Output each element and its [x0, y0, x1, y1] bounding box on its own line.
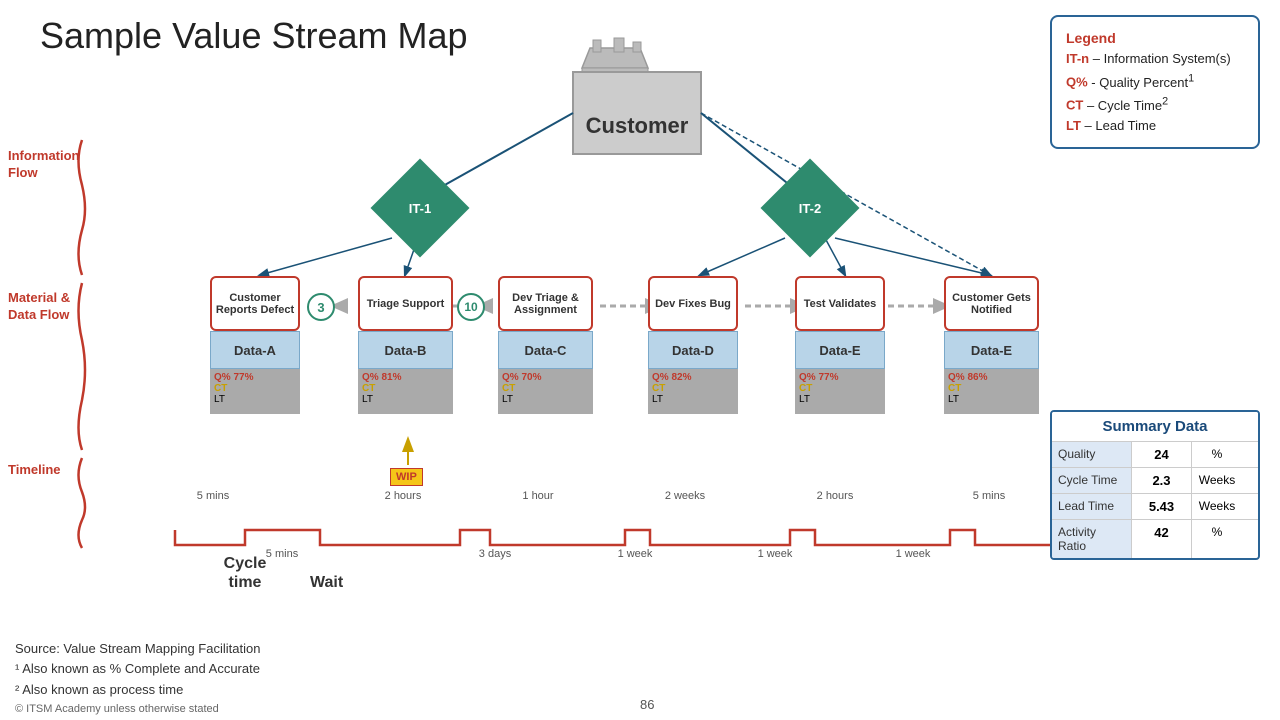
cycle-time-1: 5 mins: [173, 490, 253, 502]
footer-main: Source: Value Stream Mapping Facilitatio…: [15, 639, 1265, 701]
summary-row-quality: Quality 24 %: [1052, 442, 1258, 468]
summary-table: Summary Data Quality 24 % Cycle Time 2.3…: [1050, 410, 1260, 560]
diamond-it1-label: IT-1: [385, 173, 455, 243]
diamond-it1: IT-1: [371, 159, 470, 258]
data-box-6: Data-E: [944, 331, 1039, 369]
process-2: Triage Support: [358, 276, 453, 331]
cycle-time-label: Cycle time: [215, 554, 275, 592]
legend-item-lt: LT – Lead Time: [1066, 116, 1244, 137]
summary-label-quality: Quality: [1052, 442, 1132, 467]
summary-unit-lt: Weeks: [1192, 494, 1242, 519]
footer-note1: ¹ Also known as % Complete and Accurate: [15, 659, 1265, 680]
legend-box: Legend IT-n – Information System(s) Q% -…: [1050, 15, 1260, 149]
summary-unit-ct: Weeks: [1192, 468, 1242, 493]
footer-source: Source: Value Stream Mapping Facilitatio…: [15, 639, 1265, 660]
summary-row-lt: Lead Time 5.43 Weeks: [1052, 494, 1258, 520]
queue-number-1: 3: [307, 293, 335, 321]
metrics-6: Q% 86% CT LT: [944, 369, 1039, 414]
summary-title: Summary Data: [1052, 412, 1258, 442]
wait-time-5: 1 week: [878, 548, 948, 560]
cycle-time-3: 1 hour: [498, 490, 578, 502]
summary-label-ct: Cycle Time: [1052, 468, 1132, 493]
data-box-1: Data-A: [210, 331, 300, 369]
legend-item-ct: CT – Cycle Time2: [1066, 93, 1244, 116]
customer-label: Customer: [573, 98, 701, 154]
process-1: Customer Reports Defect: [210, 276, 300, 331]
data-box-2: Data-B: [358, 331, 453, 369]
metrics-5: Q% 77% CT LT: [795, 369, 885, 414]
summary-unit-quality: %: [1192, 442, 1242, 467]
label-timeline: Timeline: [8, 462, 83, 479]
summary-row-ar: Activity Ratio 42 %: [1052, 520, 1258, 558]
summary-label-lt: Lead Time: [1052, 494, 1132, 519]
metrics-2: Q% 81% CT LT: [358, 369, 453, 414]
metrics-3: Q% 70% CT LT: [498, 369, 593, 414]
diamond-it2: IT-2: [761, 159, 860, 258]
wait-time-4: 1 week: [740, 548, 810, 560]
queue-number-2: 10: [457, 293, 485, 321]
process-4: Dev Fixes Bug: [648, 276, 738, 331]
process-5: Test Validates: [795, 276, 885, 331]
page: Sample Value Stream Map Legend IT-n – In…: [0, 0, 1280, 720]
cycle-time-6: 5 mins: [944, 490, 1034, 502]
summary-unit-ar: %: [1192, 520, 1242, 558]
wait-time-3: 1 week: [600, 548, 670, 560]
page-number: 86: [640, 697, 654, 712]
cycle-time-5: 2 hours: [795, 490, 875, 502]
wip-badge: WIP: [390, 468, 423, 486]
cycle-time-2: 2 hours: [358, 490, 448, 502]
diamond-it2-label: IT-2: [775, 173, 845, 243]
data-box-4: Data-D: [648, 331, 738, 369]
label-info-flow: Information Flow: [8, 148, 83, 182]
wait-time-2: 3 days: [460, 548, 530, 560]
label-material-flow: Material & Data Flow: [8, 290, 83, 324]
metrics-1: Q% 77% CT LT: [210, 369, 300, 414]
summary-row-ct: Cycle Time 2.3 Weeks: [1052, 468, 1258, 494]
summary-val-ct: 2.3: [1132, 468, 1192, 493]
summary-label-ar: Activity Ratio: [1052, 520, 1132, 558]
summary-val-lt: 5.43: [1132, 494, 1192, 519]
legend-item-itn: IT-n – Information System(s): [1066, 49, 1244, 70]
wait-label: Wait: [310, 574, 343, 592]
data-box-3: Data-C: [498, 331, 593, 369]
metrics-4: Q% 82% CT LT: [648, 369, 738, 414]
summary-val-ar: 42: [1132, 520, 1192, 558]
process-6: Customer Gets Notified: [944, 276, 1039, 331]
legend-title: Legend: [1066, 27, 1244, 49]
cycle-time-4: 2 weeks: [645, 490, 725, 502]
summary-val-quality: 24: [1132, 442, 1192, 467]
legend-item-q: Q% - Quality Percent1: [1066, 70, 1244, 93]
data-box-5: Data-E: [795, 331, 885, 369]
process-3: Dev Triage & Assignment: [498, 276, 593, 331]
